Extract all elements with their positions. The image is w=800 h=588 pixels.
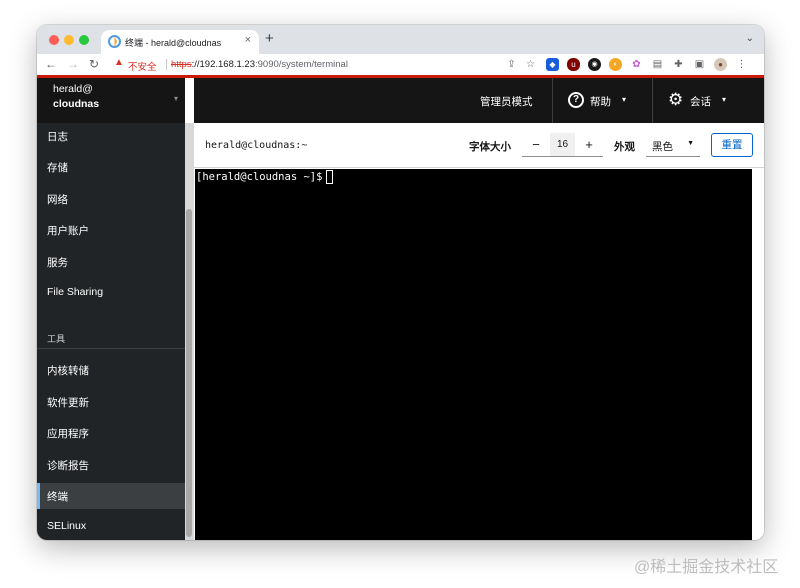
font-size-stepper: − 16 + [522,133,603,157]
terminal-prompt: [herald@cloudnas ~]$ [196,171,329,183]
session-label: 会话 [690,96,711,108]
sidebar-scroll-thumb[interactable] [186,209,192,537]
browser-toolbar: ← → ↻ ▲ 不安全 https://192.168.1.23:9090/sy… [37,54,764,75]
tools-divider [37,348,185,349]
host-switcher[interactable]: herald@ cloudnas ▾ [37,78,185,123]
chevron-down-icon: ▾ [622,95,627,104]
sidebar-item-selinux[interactable]: SELinux [37,514,185,540]
sidebar-item-label: 用户账户 [47,225,89,237]
tools-heading: 工具 [47,334,66,344]
terminal-screen[interactable]: [herald@cloudnas ~]$ [195,169,752,540]
sidebar-item-services[interactable]: 服务 [37,249,185,275]
close-tab-icon[interactable]: × [245,34,251,46]
sidebar-item-diagnostics[interactable]: 诊断报告 [37,452,185,478]
share-icon[interactable]: ⇪ [505,58,518,71]
masthead: 管理员模式 ? 帮助 ▾ ⚙ 会话 ▾ [194,78,764,123]
close-window-button[interactable] [49,35,59,45]
increase-font-button[interactable]: + [575,133,603,157]
warning-icon[interactable]: ▲ [114,57,124,68]
help-label: 帮助 [590,96,611,108]
cockpit-favicon-icon [108,35,121,48]
sidebar-item-label: 网络 [47,194,68,206]
address-separator [166,59,167,70]
puzzle-icon[interactable]: ✚ [672,58,685,71]
forward-button[interactable]: → [67,57,79,71]
sidebar-item-apps[interactable]: 应用程序 [37,420,185,446]
sidebar-item-label: SELinux [47,520,87,532]
sidebar-item-logs[interactable]: 日志 [37,123,185,149]
font-size-label: 字体大小 [469,141,511,153]
appearance-value: 黑色 [652,141,673,153]
chevron-down-icon: ▾ [174,94,179,103]
new-tab-button[interactable]: + [265,31,274,47]
reset-button[interactable]: 重置 [711,133,753,157]
sidebar-item-label: 内核转储 [47,365,89,377]
tab-strip: 终端 - herald@cloudnas × + ⌄ [37,25,764,54]
sidebar-item-label: 诊断报告 [47,460,89,472]
extension-icon[interactable]: ✿ [630,58,643,71]
url-path: :9090/system/terminal [255,59,348,70]
sidebar-item-storage[interactable]: 存储 [37,154,185,180]
terminal-cursor [326,170,333,184]
extension-icon[interactable]: ◉ [588,58,601,71]
sidebar-item-accounts[interactable]: 用户账户 [37,217,185,243]
terminal-panel: herald@cloudnas:~ 字体大小 − 16 + 外观 黑色 ▼ 重置 [194,123,764,540]
url-text[interactable]: https://192.168.1.23:9090/system/termina… [171,59,348,70]
tab-search-icon[interactable]: ⌄ [746,33,754,44]
ublock-icon[interactable]: u [567,58,580,71]
sidebar-scrollbar[interactable] [185,123,194,540]
reload-button[interactable]: ↻ [89,57,99,71]
sidebar-item-updates[interactable]: 软件更新 [37,389,185,415]
host-name: cloudnas [53,98,100,110]
sidebar-item-kdump[interactable]: 内核转储 [37,357,185,383]
masthead-divider [552,78,553,123]
tab-title: 终端 - herald@cloudnas [125,38,222,48]
sidebar-item-terminal[interactable]: 终端 [37,483,185,509]
sidebar-item-label: 服务 [47,257,68,269]
url-scheme: https [171,59,192,70]
tab-terminal[interactable]: 终端 - herald@cloudnas × [101,30,259,54]
url-host: ://192.168.1.23 [191,59,255,70]
host-user: herald@ [53,83,93,95]
maximize-window-button[interactable] [79,35,89,45]
sidebar-item-label: 存储 [47,162,68,174]
more-menu-icon[interactable]: ⋮ [735,58,748,71]
help-icon: ? [568,92,584,108]
cockpit-page: herald@ cloudnas ▾ 日志 存储 网络 用户账户 服务 File… [37,78,764,540]
sidebar-item-label: 日志 [47,131,68,143]
appearance-label: 外观 [614,141,635,153]
sidebar-item-network[interactable]: 网络 [37,186,185,212]
bookmark-star-icon[interactable]: ☆ [524,58,537,71]
minimize-window-button[interactable] [64,35,74,45]
sidebar-item-label: 终端 [47,491,68,503]
sidebar-item-file-sharing[interactable]: File Sharing [37,280,185,306]
bitwarden-icon[interactable]: ◆ [546,58,559,71]
content-scrollbar[interactable] [752,169,764,540]
main-content: herald@cloudnas:~ 字体大小 − 16 + 外观 黑色 ▼ 重置 [194,123,764,540]
admin-mode-button[interactable]: 管理员模式 [480,94,533,109]
appearance-select[interactable]: 黑色 ▼ [646,133,700,157]
chevron-down-icon: ▾ [722,95,727,104]
terminal-title: herald@cloudnas:~ [205,140,308,151]
profile-avatar[interactable]: ● [714,58,727,71]
masthead-divider [652,78,653,123]
extension-icon[interactable]: ◐ [609,58,622,71]
caret-down-icon: ▼ [687,140,694,147]
watermark: @稀土掘金技术社区 [634,559,779,576]
sidebar: herald@ cloudnas ▾ 日志 存储 网络 用户账户 服务 File… [37,78,185,540]
sidebar-item-label: 应用程序 [47,428,89,440]
document-icon[interactable]: ▤ [651,58,664,71]
security-label[interactable]: 不安全 [128,59,157,73]
sidepanel-icon[interactable]: ▣ [693,58,706,71]
decrease-font-button[interactable]: − [522,133,550,157]
terminal-toolbar: herald@cloudnas:~ 字体大小 − 16 + 外观 黑色 ▼ 重置 [194,123,764,168]
address-bar[interactable]: ▲ 不安全 https://192.168.1.23:9090/system/t… [109,56,559,73]
sidebar-item-label: File Sharing [47,286,104,298]
browser-window: 终端 - herald@cloudnas × + ⌄ ← → ↻ ▲ 不安全 h… [37,25,764,540]
font-size-input[interactable]: 16 [550,133,575,157]
back-button[interactable]: ← [45,57,57,71]
sidebar-item-label: 软件更新 [47,397,89,409]
gear-icon: ⚙ [668,90,684,109]
